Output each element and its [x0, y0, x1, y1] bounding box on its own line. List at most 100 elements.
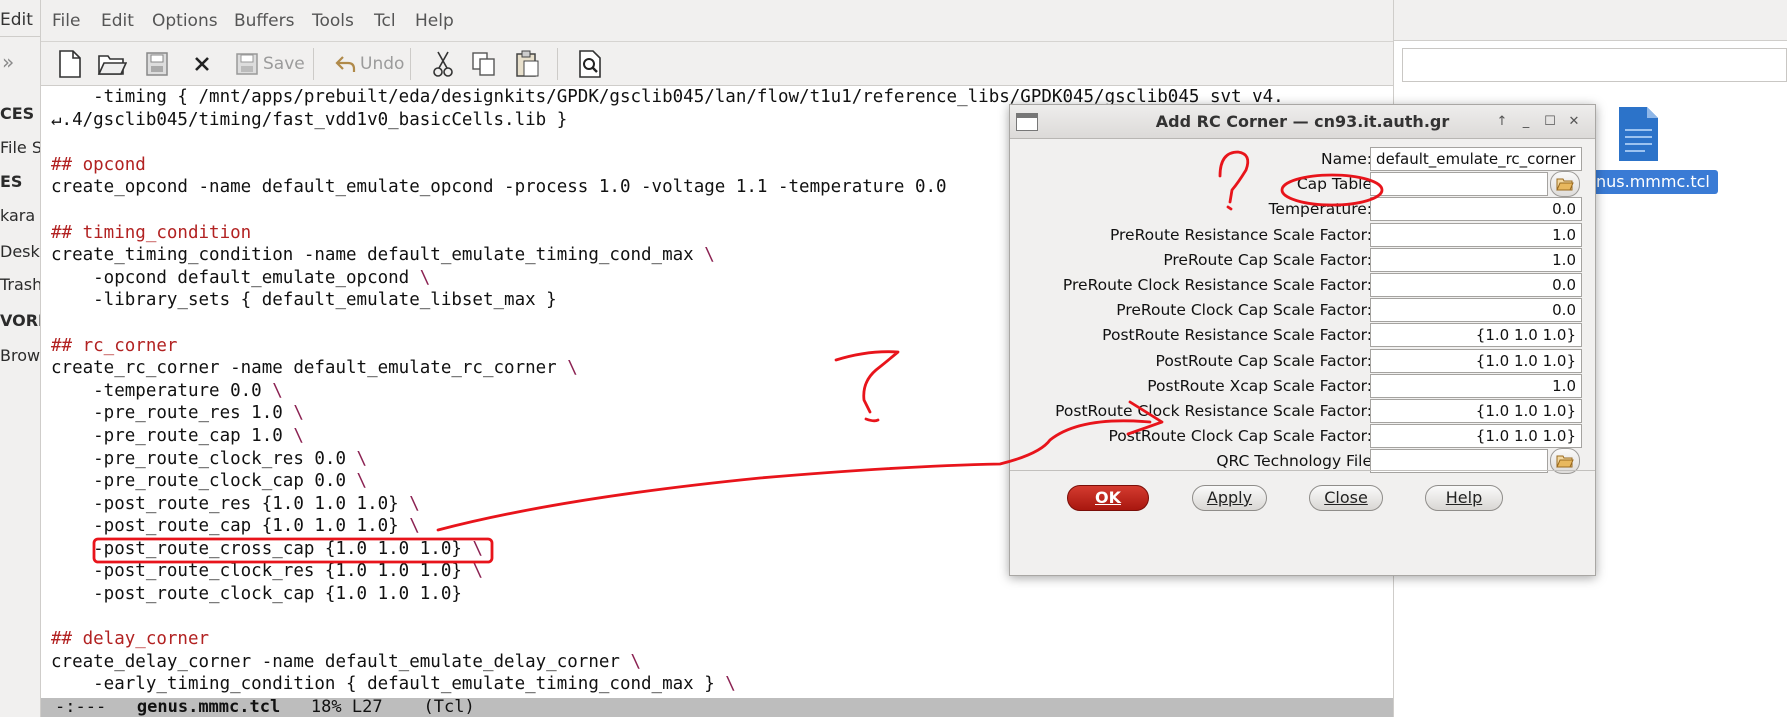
maximize-icon[interactable]: ☐ — [1542, 114, 1558, 130]
code-line: -library_sets { default_emulate_libset_m… — [51, 290, 557, 310]
code-segment: \ — [293, 403, 304, 424]
cut-scissors-icon[interactable] — [431, 49, 455, 79]
minimize-icon[interactable]: _ — [1518, 114, 1534, 130]
sidebar-item[interactable]: ES — [0, 172, 22, 191]
code-line: ↵.4/gsclib045/timing/fast_vdd1v0_basicCe… — [51, 110, 567, 130]
close-button[interactable]: Close — [1309, 485, 1383, 511]
sidebar-item[interactable]: Trash — [0, 275, 42, 294]
code-segment: create_delay_corner -name default_emulat… — [51, 651, 631, 672]
menu-file[interactable]: File — [52, 11, 80, 31]
field-input[interactable]: {1.0 1.0 1.0} — [1370, 399, 1582, 423]
code-segment: \ — [293, 425, 304, 446]
code-segment: create_timing_condition -name default_em… — [51, 245, 705, 266]
code-segment: \ — [472, 538, 483, 559]
undo-button[interactable]: Undo — [334, 49, 404, 79]
field-input[interactable]: {1.0 1.0 1.0} — [1370, 323, 1582, 348]
menu-buffers[interactable]: Buffers — [234, 11, 294, 31]
close-icon[interactable]: ✕ — [1566, 114, 1582, 130]
document-file-icon[interactable] — [1617, 106, 1659, 162]
field-label: PreRoute Cap Scale Factor: — [1163, 250, 1372, 269]
menu-help[interactable]: Help — [415, 11, 454, 31]
code-segment: -early_timing_condition { default_emulat… — [51, 674, 726, 695]
field-input[interactable]: 1.0 — [1370, 247, 1582, 272]
browse-folder-icon[interactable] — [1550, 171, 1580, 198]
field-label: PreRoute Clock Cap Scale Factor: — [1116, 301, 1372, 320]
code-segment: -opcond default_emulate_opcond — [51, 267, 420, 288]
modeline-mode: (Tcl) — [423, 697, 475, 717]
field-label: QRC Technology File — [1216, 452, 1372, 471]
code-line: ## timing_condition — [51, 223, 251, 243]
sidebar-item[interactable]: Desk — [0, 242, 40, 261]
field-label: PostRoute Xcap Scale Factor: — [1147, 376, 1372, 395]
menu-tools[interactable]: Tools — [312, 11, 354, 31]
field-input[interactable] — [1370, 172, 1548, 197]
copy-icon[interactable] — [471, 49, 497, 79]
close-icon[interactable] — [192, 49, 212, 79]
code-segment: \ — [472, 561, 483, 582]
field-label: PostRoute Clock Resistance Scale Factor: — [1055, 402, 1372, 420]
ok-button[interactable]: OK — [1067, 485, 1149, 511]
sidebar-item[interactable]: CES — [0, 104, 34, 123]
field-input[interactable]: 1.0 — [1370, 373, 1582, 398]
field-input[interactable]: default_emulate_rc_corner — [1370, 147, 1582, 171]
code-segment: \ — [356, 448, 368, 469]
save-disk-icon[interactable] — [145, 49, 169, 79]
help-button[interactable]: Help — [1425, 485, 1503, 511]
code-segment: -library_sets { default_emulate_libset_m… — [51, 290, 557, 311]
code-segment: -post_route_res {1.0 1.0 1.0} — [51, 493, 410, 514]
file-manager-left-pane: Edit » CES File S ES kara Desk Trash VOR… — [0, 0, 50, 717]
sidebar-item[interactable]: File S — [0, 138, 42, 157]
field-input[interactable]: {1.0 1.0 1.0} — [1370, 424, 1582, 449]
dialog-titlebar[interactable]: Add RC Corner — cn93.it.auth.gr ↑ _ ☐ ✕ — [1010, 105, 1595, 139]
code-segment: \ — [356, 471, 368, 492]
file-name-label[interactable]: nus.mmmc.tcl — [1588, 170, 1718, 194]
toolbar-separator — [557, 48, 558, 80]
field-label: Temperature: — [1268, 200, 1372, 219]
code-segment: -pre_route_res 1.0 — [51, 403, 294, 424]
save-button[interactable]: Save — [235, 49, 305, 79]
search-icon[interactable] — [577, 49, 603, 79]
code-segment: create_rc_corner -name default_emulate_r… — [51, 358, 568, 379]
new-file-icon[interactable] — [57, 49, 83, 79]
field-label: PostRoute Resistance Scale Factor: — [1102, 326, 1372, 345]
mode-line: -:--- genus.mmmc.tcl 18% L27 (Tcl) — [41, 698, 1393, 717]
divider — [0, 36, 40, 37]
open-folder-icon[interactable] — [97, 49, 127, 79]
forward-arrow-icon[interactable]: » — [2, 50, 14, 74]
field-input[interactable]: 0.0 — [1370, 197, 1582, 222]
menu-tcl[interactable]: Tcl — [374, 11, 396, 31]
sidebar-item[interactable]: Brow — [0, 346, 40, 365]
code-segment: \ — [725, 674, 736, 695]
sidebar-item[interactable]: kara — [0, 206, 35, 225]
code-line: ## delay_corner — [51, 629, 209, 649]
code-segment: \ — [272, 380, 283, 401]
code-segment: \ — [409, 516, 420, 537]
code-line: create_delay_corner -name default_emulat… — [51, 652, 641, 672]
apply-button[interactable]: Apply — [1192, 485, 1267, 511]
code-segment: \ — [567, 358, 578, 379]
code-line: -post_route_clock_cap {1.0 1.0 1.0} — [51, 584, 462, 604]
code-line: -temperature 0.0 \ — [51, 381, 283, 401]
keep-above-icon[interactable]: ↑ — [1494, 114, 1510, 130]
code-line: -opcond default_emulate_opcond \ — [51, 268, 430, 288]
code-line: -post_route_cap {1.0 1.0 1.0} \ — [51, 516, 420, 536]
code-line: -post_route_clock_res {1.0 1.0 1.0} \ — [51, 561, 483, 581]
field-input[interactable]: 0.0 — [1370, 298, 1582, 323]
menu-options[interactable]: Options — [152, 11, 218, 31]
code-line: -pre_route_clock_cap 0.0 \ — [51, 471, 367, 491]
toolbar-separator — [313, 48, 314, 80]
code-line: -post_route_res {1.0 1.0 1.0} \ — [51, 494, 420, 514]
toolbar-separator — [410, 48, 411, 80]
paste-clipboard-icon[interactable] — [514, 49, 540, 79]
field-input[interactable]: 1.0 — [1370, 222, 1582, 247]
field-input[interactable]: 0.0 — [1370, 273, 1582, 297]
menu-edit[interactable]: Edit — [101, 11, 134, 31]
code-segment: -post_route_cap {1.0 1.0 1.0} — [51, 516, 410, 537]
location-bar[interactable] — [1402, 48, 1787, 82]
add-rc-corner-dialog: Add RC Corner — cn93.it.auth.gr ↑ _ ☐ ✕ … — [1009, 104, 1596, 576]
code-segment: \ — [409, 493, 420, 514]
file-manager-edit-menu[interactable]: Edit — [0, 10, 33, 30]
code-comment: ## rc_corner — [51, 335, 178, 356]
field-input[interactable]: {1.0 1.0 1.0} — [1370, 348, 1582, 373]
code-segment: -pre_route_clock_cap 0.0 — [51, 471, 357, 492]
